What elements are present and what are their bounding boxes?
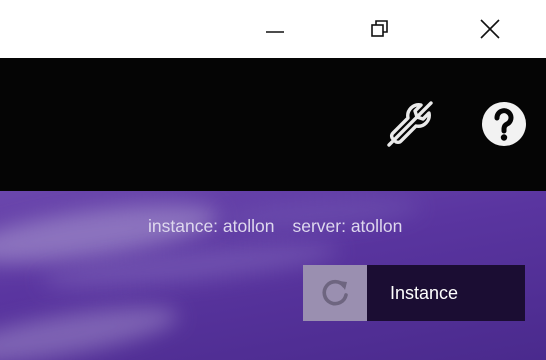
instance-status: instance: atollon <box>148 216 275 236</box>
close-button[interactable] <box>455 0 525 58</box>
background-streak <box>0 295 182 360</box>
settings-button[interactable] <box>382 96 438 152</box>
restore-button[interactable] <box>345 0 415 58</box>
help-icon <box>482 102 526 146</box>
refresh-button[interactable] <box>303 265 367 321</box>
refresh-icon <box>322 279 348 306</box>
close-icon <box>480 19 500 39</box>
restore-icon <box>371 20 388 37</box>
instance-button[interactable]: Instance <box>303 265 525 321</box>
minimize-icon <box>266 31 284 33</box>
help-button[interactable] <box>476 96 532 152</box>
settings-wrench-icon <box>387 101 433 147</box>
instance-button-label: Instance <box>390 282 459 303</box>
app-header <box>0 58 546 191</box>
window-titlebar <box>0 0 546 58</box>
minimize-button[interactable] <box>240 0 310 58</box>
content-area: instance: atollon server: atollon Instanc… <box>0 191 546 360</box>
connection-status: instance: atollon server: atollon <box>148 216 402 237</box>
server-status: server: atollon <box>292 216 403 236</box>
